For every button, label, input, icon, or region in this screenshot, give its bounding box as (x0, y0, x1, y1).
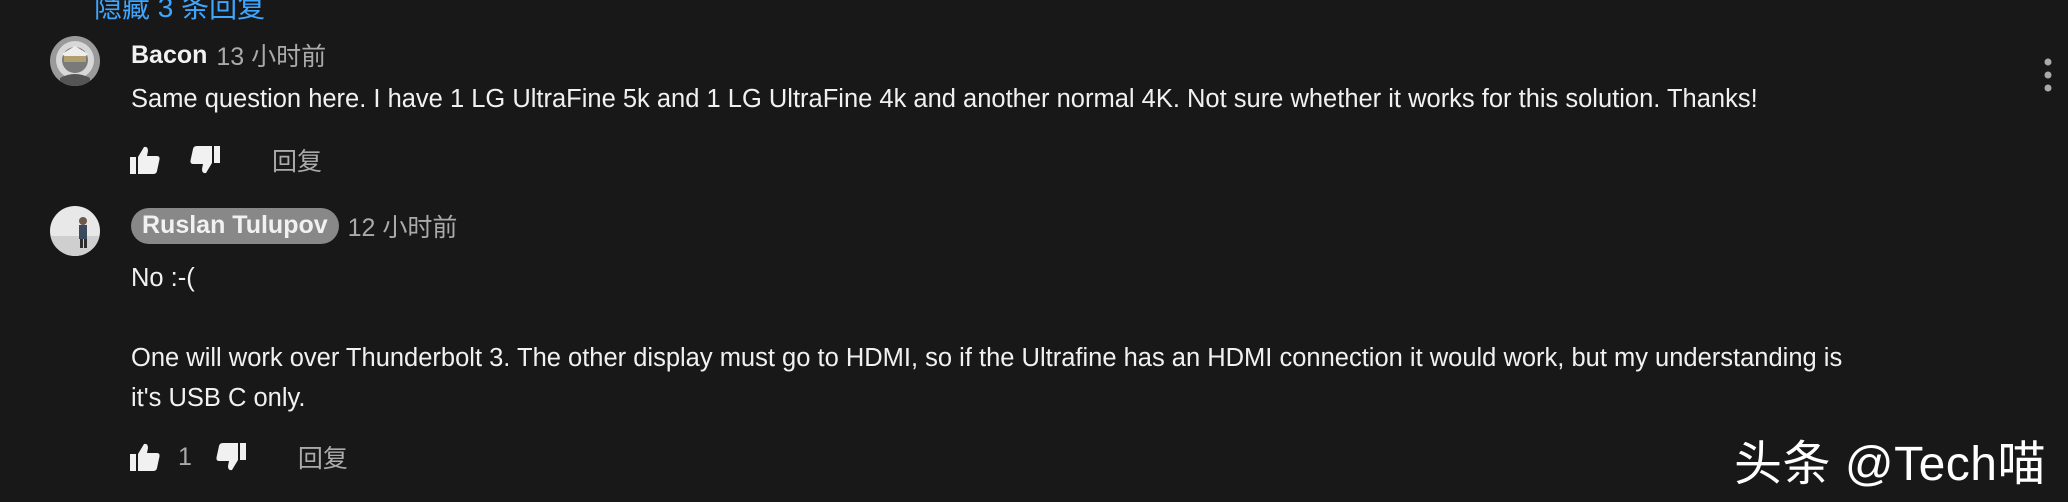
watermark: 头条 @Tech喵 (1734, 438, 2046, 491)
avatar[interactable] (50, 36, 100, 86)
thumb-down-icon (216, 443, 246, 471)
comment-timestamp[interactable]: 12 小时前 (348, 208, 458, 244)
like-count: 1 (178, 442, 192, 471)
comment-text-line: it's USB C only. (131, 384, 306, 412)
comment-text-line: No :-( (131, 264, 195, 292)
thumb-up-icon (130, 443, 160, 471)
more-vertical-icon (2044, 58, 2052, 92)
comment-text-line (131, 298, 1842, 338)
comment-text-line: Same question here. I have 1 LG UltraFin… (131, 85, 1758, 113)
reply-button[interactable]: 回复 (272, 142, 322, 178)
thumb-up-icon (130, 146, 160, 174)
comment-author[interactable]: Bacon (131, 41, 207, 70)
hidden-replies-link[interactable]: 隐藏 3 条回复 (94, 0, 265, 26)
comment-text: Same question here. I have 1 LG UltraFin… (131, 79, 1758, 119)
like-button[interactable] (128, 440, 162, 474)
comment-menu-button[interactable] (2038, 56, 2058, 96)
comment-timestamp[interactable]: 13 小时前 (216, 37, 326, 73)
reply-button[interactable]: 回复 (298, 439, 348, 475)
comment-text-line: One will work over Thunderbolt 3. The ot… (131, 344, 1843, 372)
avatar[interactable] (50, 206, 100, 256)
thumb-down-icon (190, 146, 220, 174)
dislike-button[interactable] (214, 440, 248, 474)
like-button[interactable] (128, 143, 162, 177)
comment-text: No :-( One will work over Thunderbolt 3.… (131, 258, 1842, 418)
dislike-button[interactable] (188, 143, 222, 177)
comment-author-highlighted[interactable]: Ruslan Tulupov (131, 208, 339, 244)
